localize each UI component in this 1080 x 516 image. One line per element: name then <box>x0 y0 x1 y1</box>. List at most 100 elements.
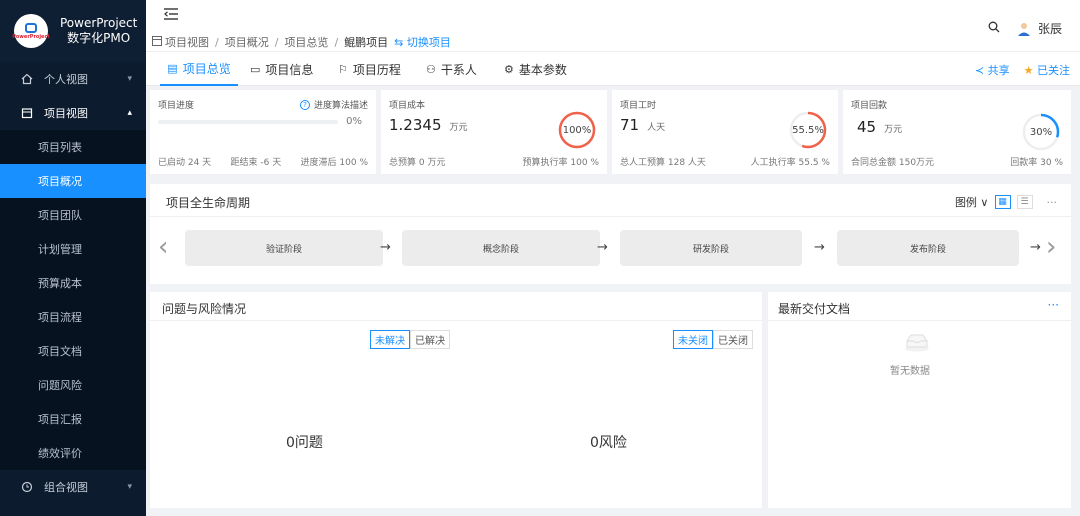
sidebar-item-process[interactable]: 项目流程 <box>0 300 146 334</box>
kpi-foot-item: 已启动 24 天 <box>158 158 212 168</box>
sidebar-item-documents[interactable]: 项目文档 <box>0 334 146 368</box>
sidebar-item-evaluation[interactable]: 绩效评价 <box>0 436 146 470</box>
progress-bar <box>158 120 338 124</box>
hours-ring: 55.5% <box>788 110 828 150</box>
brand-subtitle: 数字化PMO <box>67 31 131 45</box>
sidebar-group-label: 组合视图 <box>44 481 88 494</box>
more-icon[interactable]: ··· <box>1048 298 1059 312</box>
breadcrumb-current: 鲲鹏项目 <box>344 36 389 49</box>
sidebar-item-project-team[interactable]: 项目团队 <box>0 198 146 232</box>
breadcrumb-item[interactable]: 项目视图 <box>165 34 209 50</box>
sidebar-group-portfolio[interactable]: 组合视图 ▾ <box>0 470 146 504</box>
payment-ring: 30% <box>1021 112 1061 152</box>
menu-fold-icon[interactable] <box>164 8 178 20</box>
progress-percent: 0% <box>346 116 362 127</box>
stage-verify[interactable]: 验证阶段 <box>185 230 383 266</box>
sidebar-item-project-list[interactable]: 项目列表 <box>0 130 146 164</box>
chevron-down-icon: ▾ <box>127 482 132 492</box>
home-icon <box>20 72 34 86</box>
tab-bar: ▤ 项目总览 ▭ 项目信息 ⚐ 项目历程 ⚇ 干系人 ⚙ 基本参数 ≺ 共享 ★ 已关注 <box>146 52 1080 86</box>
cost-ring: 100% <box>557 110 597 150</box>
question-icon: ? <box>299 99 310 110</box>
user-name[interactable]: 张辰 <box>1038 20 1062 37</box>
switch-project-link[interactable]: ⇆ 切换项目 <box>394 34 451 50</box>
clock-icon <box>20 480 34 494</box>
tab-info[interactable]: ▭ 项目信息 <box>250 52 313 86</box>
kpi-foot-item: 距结束 -6 天 <box>230 158 282 168</box>
info-card-icon: ▭ <box>250 62 261 76</box>
more-icon[interactable]: ··· <box>1047 196 1058 209</box>
sidebar-item-project-overview[interactable]: 项目概况 <box>0 164 146 198</box>
kpi-label: 项目工时 <box>620 101 657 111</box>
kpi-foot-item: 总预算 0 万元 <box>389 158 446 168</box>
stage-release[interactable]: 发布阶段 <box>837 230 1019 266</box>
closed-tab[interactable]: 已关闭 <box>713 330 753 349</box>
tab-stakeholders[interactable]: ⚇ 干系人 <box>426 52 477 86</box>
search-icon[interactable] <box>988 21 1000 36</box>
topbar: 项目视图 / 项目概况 / 项目总览 / 鲲鹏项目 ⇆ 切换项目 张辰 <box>146 0 1080 52</box>
chevron-right-icon[interactable]: › <box>1046 232 1056 262</box>
sidebar-item-budget[interactable]: 预算成本 <box>0 266 146 300</box>
kpi-value: 45 万元 <box>857 118 903 136</box>
kpi-value: 1.2345 万元 <box>389 116 468 134</box>
stage-develop[interactable]: 研发阶段 <box>620 230 802 266</box>
tab-overview[interactable]: ▤ 项目总览 <box>160 52 238 86</box>
kpi-foot-item: 合同总金额 150万元 <box>851 158 935 168</box>
kpi-label: 项目进度 <box>158 101 195 111</box>
kpi-label: 项目回款 <box>851 101 888 111</box>
breadcrumb-item[interactable]: 项目总览 <box>284 34 328 50</box>
unresolved-tab[interactable]: 未解决 <box>370 330 410 349</box>
kpi-value: 71 人天 <box>620 116 666 134</box>
star-icon: ★ <box>1023 64 1034 77</box>
kpi-foot-item: 人工执行率 55.5 % <box>750 158 830 168</box>
arrow-right-icon: → <box>597 240 608 255</box>
risk-count: 0风险 <box>590 435 627 451</box>
chevron-up-icon: ▴ <box>127 108 132 118</box>
empty-inbox-icon <box>904 332 930 352</box>
list-view-icon[interactable]: ☰ <box>1016 195 1033 209</box>
grid-view-icon[interactable]: ▦ <box>994 195 1011 209</box>
kpi-label: 项目成本 <box>389 101 426 111</box>
kpi-foot-item: 回款率 30 % <box>1010 158 1063 168</box>
sidebar-group-label: 个人视图 <box>44 73 88 86</box>
sidebar-group-personal[interactable]: 个人视图 ▾ <box>0 62 146 96</box>
breadcrumb-item[interactable]: 项目概况 <box>225 34 269 50</box>
sidebar-item-reports[interactable]: 项目汇报 <box>0 402 146 436</box>
arrow-right-icon: → <box>814 240 825 255</box>
kpi-foot-item: 进度滞后 100 % <box>300 158 368 168</box>
tab-parameters[interactable]: ⚙ 基本参数 <box>504 52 567 86</box>
breadcrumb: 项目视图 / 项目概况 / 项目总览 / 鲲鹏项目 ⇆ 切换项目 <box>152 34 451 50</box>
kpi-card-hours: 项目工时 71 人天 55.5% 总人工预算 128 人天 人工执行率 55.5 … <box>612 90 838 174</box>
sidebar-group-project[interactable]: 项目视图 ▴ <box>0 96 146 130</box>
brand[interactable]: PowerProject PowerProject 数字化PMO <box>0 0 146 62</box>
legend-dropdown[interactable]: 图例 ∨ <box>955 194 989 210</box>
progress-algorithm-link[interactable]: ? 进度算法描述 <box>299 98 368 111</box>
kpi-card-cost: 项目成本 1.2345 万元 100% 总预算 0 万元 预算执行率 100 % <box>381 90 607 174</box>
tab-history[interactable]: ⚐ 项目历程 <box>338 52 401 86</box>
stage-concept[interactable]: 概念阶段 <box>402 230 600 266</box>
share-button[interactable]: ≺ 共享 <box>975 62 1010 78</box>
kpi-card-payment: 项目回款 45 万元 30% 合同总金额 150万元 回款率 30 % <box>843 90 1071 174</box>
issues-risks-panel: 问题与风险情况 0问题 0风险 <box>150 292 762 508</box>
kpi-card-progress: 项目进度 ? 进度算法描述 0% 已启动 24 天 距结束 -6 天 进度滞后 1… <box>150 90 376 174</box>
logo: PowerProject <box>12 14 50 48</box>
arrow-right-icon: → <box>380 240 391 255</box>
sidebar-item-issues-risks[interactable]: 问题风险 <box>0 368 146 402</box>
open-tab[interactable]: 未关闭 <box>673 330 713 349</box>
sidebar-group-label: 项目视图 <box>44 107 88 120</box>
kpi-foot-item: 总人工预算 128 人天 <box>620 158 706 168</box>
resolved-tab[interactable]: 已解决 <box>410 330 450 349</box>
issue-status-toggle: 未解决 已解决 <box>370 330 450 349</box>
gear-icon: ⚙ <box>504 62 514 76</box>
follow-button[interactable]: ★ 已关注 <box>1024 62 1070 78</box>
empty-text: 暂无数据 <box>890 366 930 377</box>
sidebar-item-plan[interactable]: 计划管理 <box>0 232 146 266</box>
calendar-icon <box>20 106 34 120</box>
risk-status-toggle: 未关闭 已关闭 <box>673 330 753 349</box>
section-title: 项目全生命周期 <box>166 196 251 210</box>
table-icon <box>152 35 162 49</box>
arrow-right-icon: → <box>1030 240 1041 255</box>
avatar[interactable] <box>1016 21 1032 37</box>
issue-count: 0问题 <box>286 435 323 451</box>
chevron-left-icon[interactable]: ‹ <box>158 232 168 262</box>
